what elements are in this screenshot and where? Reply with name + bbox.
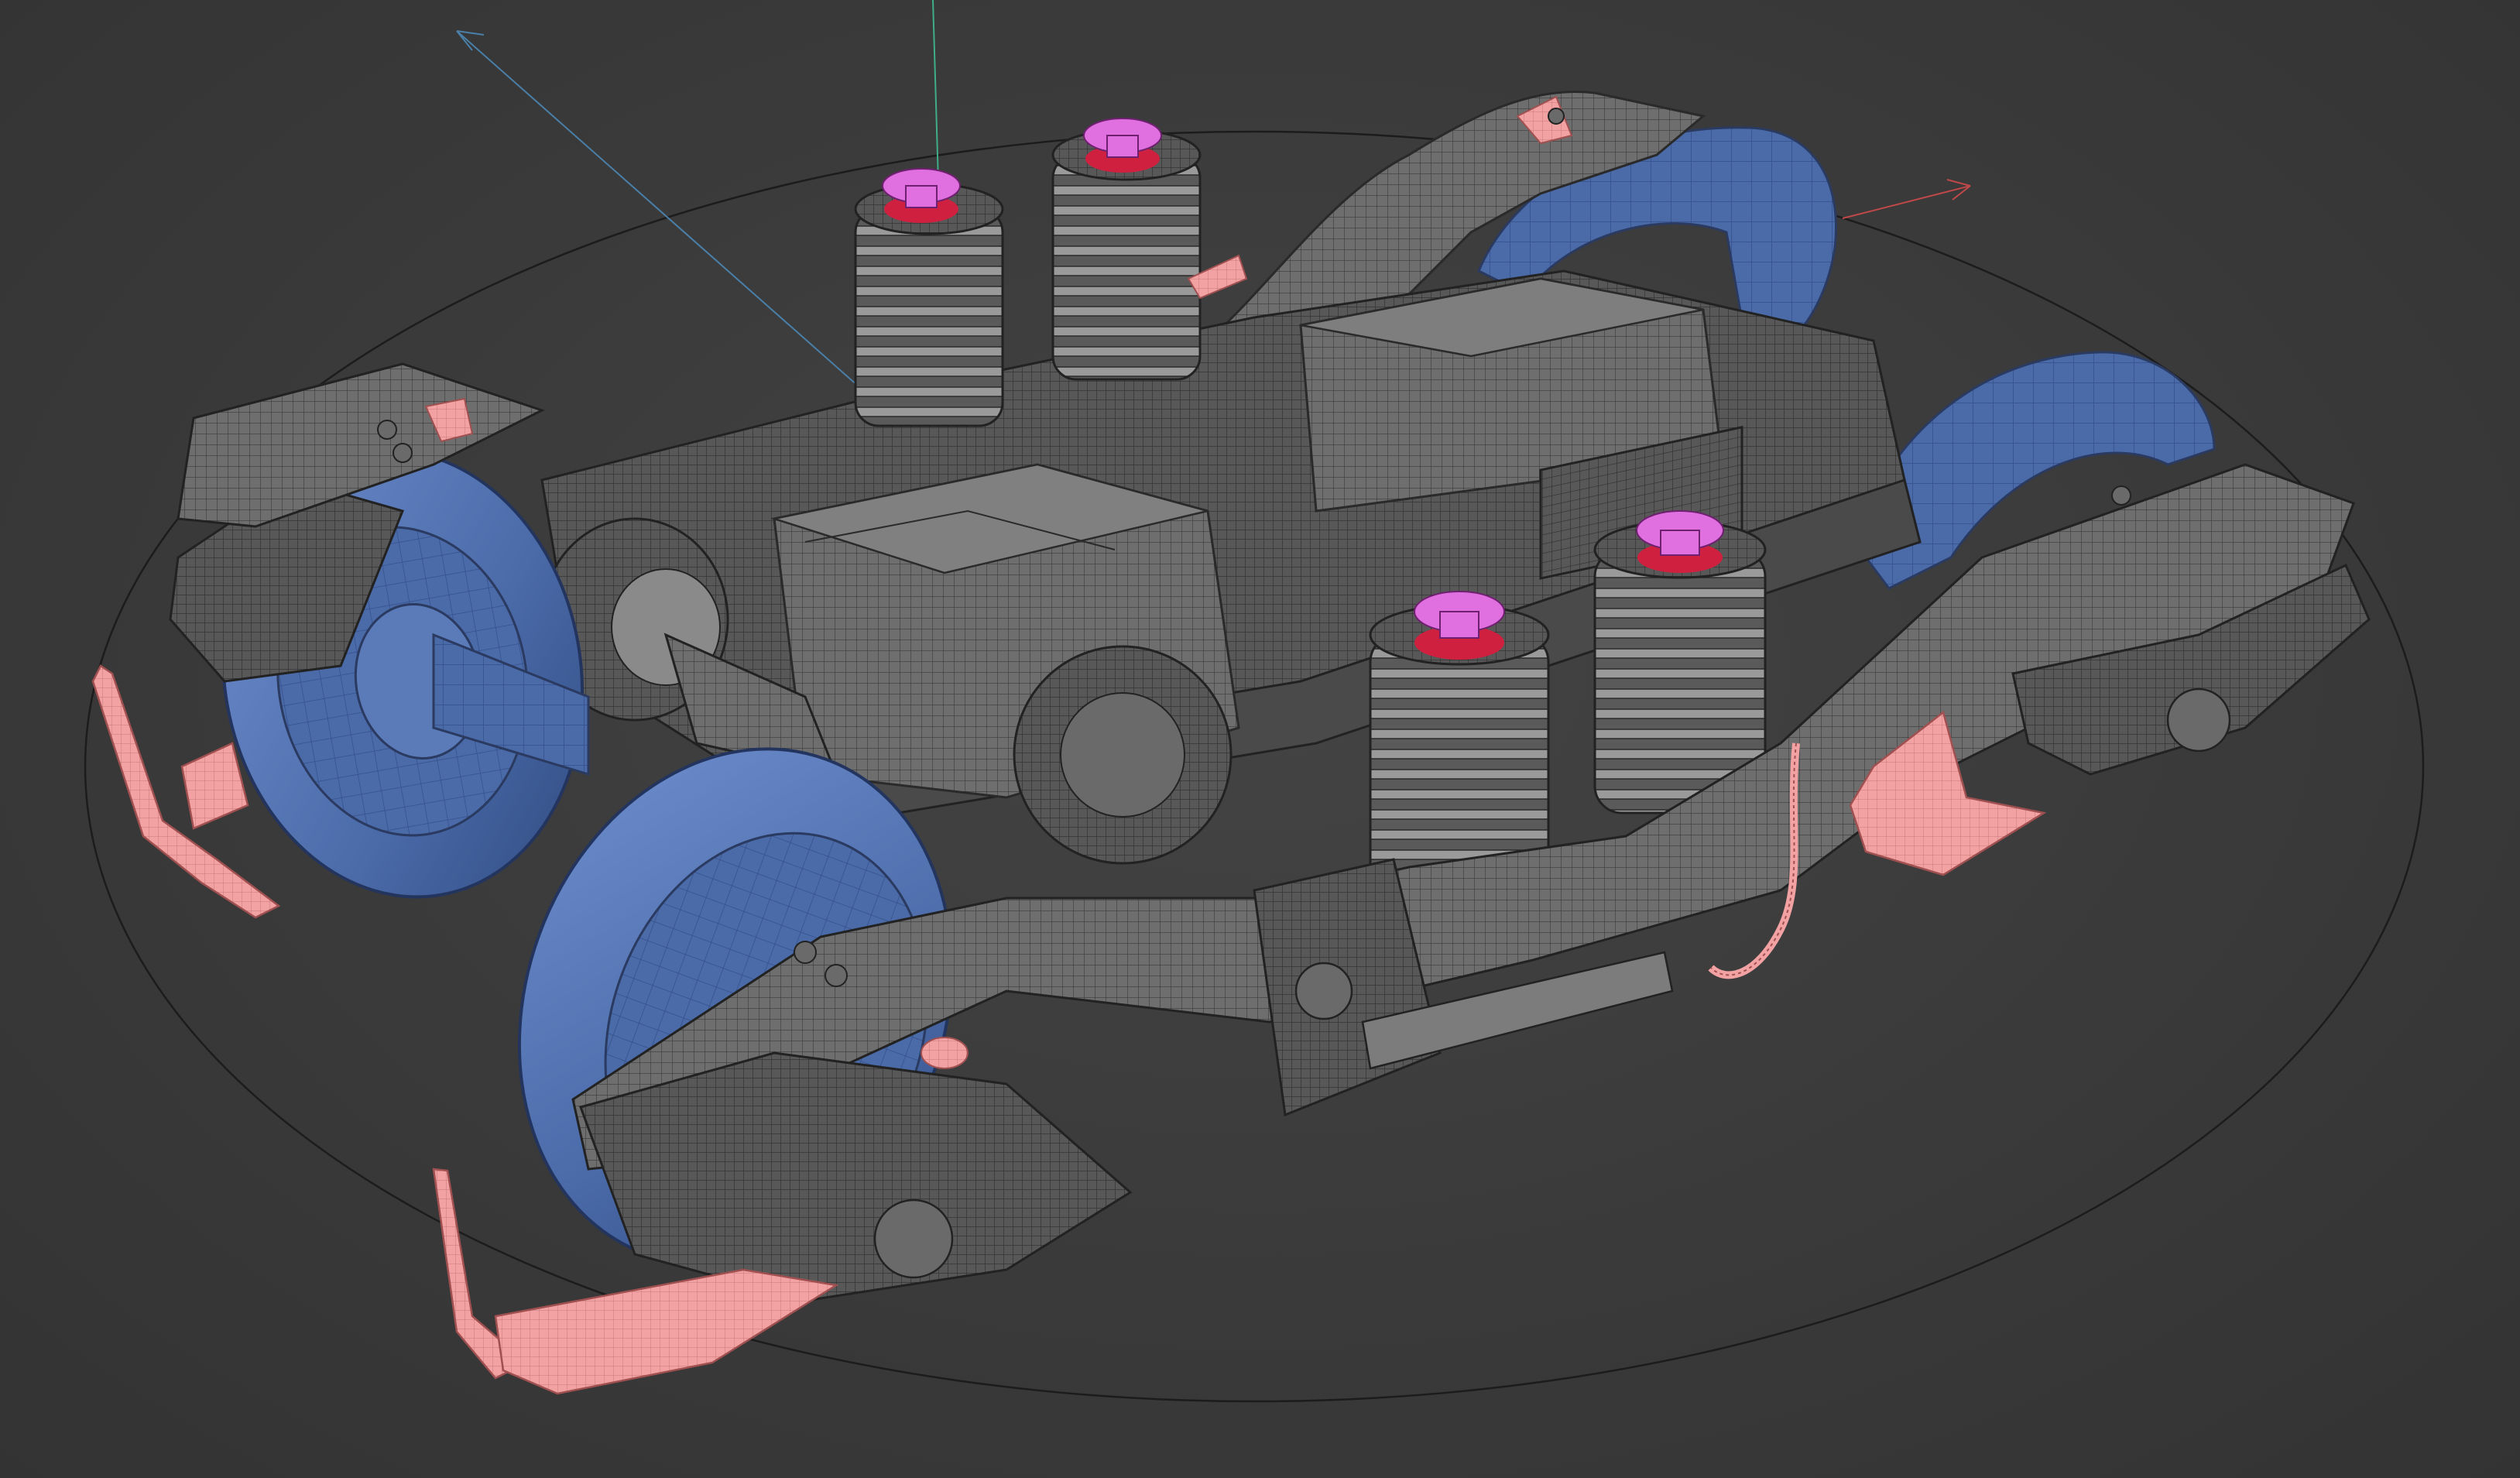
viewport-scene[interactable] (0, 0, 2520, 1478)
frame-bolt-plate (1294, 962, 1353, 1020)
axis-x-line[interactable] (1842, 185, 1971, 219)
spring-front-left[interactable] (854, 168, 1004, 427)
axis-x-arrow[interactable] (1946, 179, 1971, 201)
spring-front-right[interactable] (1051, 118, 1202, 381)
axis-z-line[interactable] (456, 30, 860, 388)
3d-viewport[interactable] (0, 0, 2520, 1478)
